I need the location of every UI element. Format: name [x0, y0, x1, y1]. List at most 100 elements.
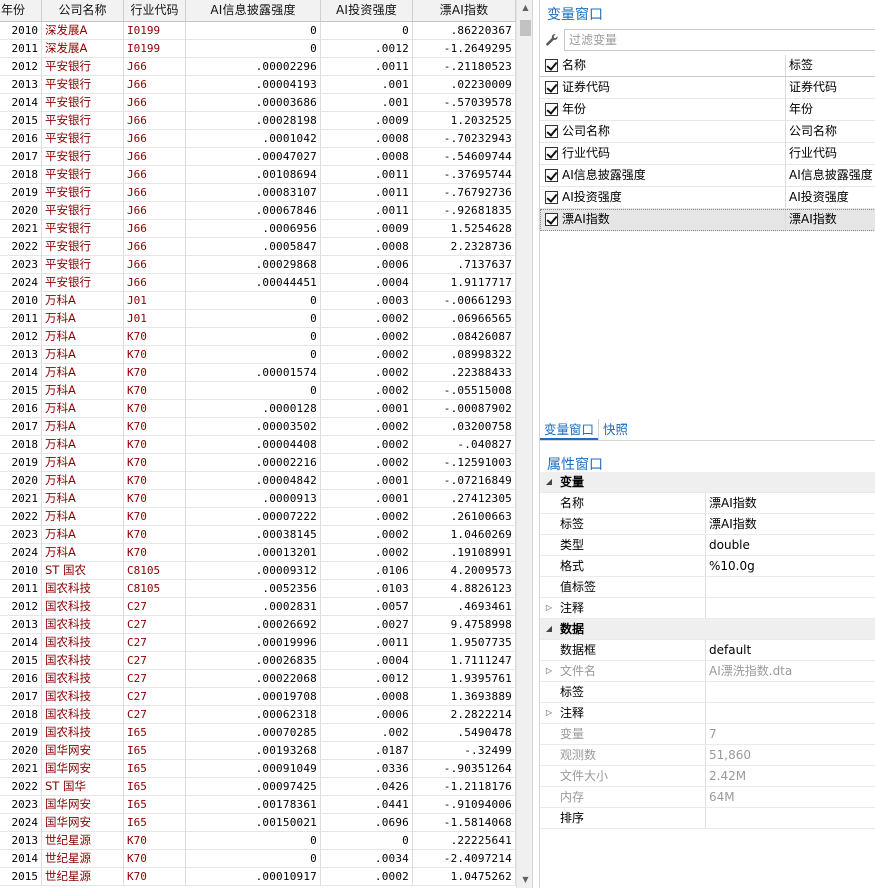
cell-industry[interactable]: J66 [124, 256, 186, 274]
cell-year[interactable]: 2017 [0, 688, 42, 706]
cell-industry[interactable]: K70 [124, 418, 186, 436]
table-row[interactable]: 2017 万科A K70.00003502.0002.03200758 [0, 418, 516, 436]
variable-row[interactable]: 年份 年份 [540, 99, 875, 121]
cell-ai-invest[interactable]: .0001 [321, 490, 413, 508]
cell-industry[interactable]: C27 [124, 706, 186, 724]
cell-drift-ai[interactable]: -.90351264 [413, 760, 516, 778]
cell-ai-disclosure[interactable]: .0002831 [186, 598, 321, 616]
cell-drift-ai[interactable]: 1.5254628 [413, 220, 516, 238]
cell-ai-invest[interactable]: 0 [321, 832, 413, 850]
property-value[interactable] [706, 577, 875, 597]
cell-ai-disclosure[interactable]: .00028198 [186, 112, 321, 130]
cell-drift-ai[interactable]: -.70232943 [413, 130, 516, 148]
property-value[interactable] [706, 703, 875, 723]
cell-ai-disclosure[interactable]: .0006956 [186, 220, 321, 238]
cell-company[interactable]: 世纪星源 [42, 832, 124, 850]
expand-icon[interactable]: ▷ [540, 703, 558, 723]
cell-industry[interactable]: C8105 [124, 580, 186, 598]
cell-ai-disclosure[interactable]: .00029868 [186, 256, 321, 274]
table-row[interactable]: 2015 国农科技 C27.00026835.0004 1.7111247 [0, 652, 516, 670]
cell-industry[interactable]: K70 [124, 544, 186, 562]
cell-industry[interactable]: K70 [124, 490, 186, 508]
cell-ai-disclosure[interactable]: 0 [186, 328, 321, 346]
cell-year[interactable]: 2023 [0, 526, 42, 544]
cell-drift-ai[interactable]: -.54609744 [413, 148, 516, 166]
cell-drift-ai[interactable]: -.91094006 [413, 796, 516, 814]
select-all-checkbox[interactable] [540, 55, 562, 76]
cell-drift-ai[interactable]: -.76792736 [413, 184, 516, 202]
cell-year[interactable]: 2013 [0, 832, 42, 850]
table-row[interactable]: 2014 万科A K70.00001574.0002.22388433 [0, 364, 516, 382]
cell-drift-ai[interactable]: .22388433 [413, 364, 516, 382]
collapse-icon[interactable]: ◢ [540, 472, 558, 492]
cell-ai-invest[interactable]: .0696 [321, 814, 413, 832]
checkbox-icon[interactable] [544, 125, 558, 138]
cell-drift-ai[interactable]: 1.2032525 [413, 112, 516, 130]
cell-ai-disclosure[interactable]: .00091049 [186, 760, 321, 778]
cell-company[interactable]: 平安银行 [42, 274, 124, 292]
cell-drift-ai[interactable]: 1.9395761 [413, 670, 516, 688]
property-value[interactable] [706, 598, 875, 618]
cell-company[interactable]: 国农科技 [42, 688, 124, 706]
cell-year[interactable]: 2014 [0, 94, 42, 112]
cell-ai-disclosure[interactable]: .00044451 [186, 274, 321, 292]
property-value[interactable]: %10.0g [706, 556, 875, 576]
table-row[interactable]: 2019 国农科技 I65.00070285.002.5490478 [0, 724, 516, 742]
cell-company[interactable]: 万科A [42, 490, 124, 508]
cell-ai-invest[interactable]: .0187 [321, 742, 413, 760]
property-value[interactable]: 漂AI指数 [706, 493, 875, 513]
cell-company[interactable]: ST 国华 [42, 778, 124, 796]
tab-variable-window[interactable]: 变量窗口 [540, 419, 599, 440]
table-row[interactable]: 2011 深发展A I0199 0.0012 -1.2649295 [0, 40, 516, 58]
cell-ai-invest[interactable]: .0336 [321, 760, 413, 778]
cell-ai-disclosure[interactable]: .00070285 [186, 724, 321, 742]
cell-company[interactable]: 国华网安 [42, 814, 124, 832]
cell-ai-disclosure[interactable]: .00108694 [186, 166, 321, 184]
column-header-label[interactable]: 标签 [786, 55, 875, 76]
cell-company[interactable]: 万科A [42, 382, 124, 400]
table-row[interactable]: 2016 国农科技 C27.00022068.0012 1.9395761 [0, 670, 516, 688]
cell-ai-disclosure[interactable]: .00038145 [186, 526, 321, 544]
column-header-company[interactable]: 公司名称 [42, 0, 124, 21]
checkbox-icon[interactable] [544, 147, 558, 160]
cell-company[interactable]: 平安银行 [42, 220, 124, 238]
cell-ai-invest[interactable]: .0008 [321, 148, 413, 166]
cell-year[interactable]: 2015 [0, 868, 42, 886]
cell-drift-ai[interactable]: .03200758 [413, 418, 516, 436]
cell-ai-disclosure[interactable]: .00022068 [186, 670, 321, 688]
cell-year[interactable]: 2011 [0, 580, 42, 598]
cell-drift-ai[interactable]: 4.2009573 [413, 562, 516, 580]
table-row[interactable]: 2019 平安银行 J66.00083107.0011 -.76792736 [0, 184, 516, 202]
cell-ai-disclosure[interactable]: .00004408 [186, 436, 321, 454]
cell-ai-disclosure[interactable]: 0 [186, 832, 321, 850]
cell-year[interactable]: 2020 [0, 472, 42, 490]
column-header-year[interactable]: 年份 [0, 0, 42, 21]
property-group-data[interactable]: ◢ 数据 [540, 619, 875, 640]
cell-year[interactable]: 2011 [0, 40, 42, 58]
cell-company[interactable]: 国农科技 [42, 652, 124, 670]
cell-industry[interactable]: I65 [124, 778, 186, 796]
cell-year[interactable]: 2010 [0, 292, 42, 310]
property-group-variable[interactable]: ◢ 变量 [540, 472, 875, 493]
table-row[interactable]: 2020 国华网安 I65.00193268.0187 -.32499 [0, 742, 516, 760]
property-value[interactable]: default [706, 640, 875, 660]
cell-ai-invest[interactable]: .0002 [321, 868, 413, 886]
table-row[interactable]: 2013 国农科技 C27.00026692.0027 9.4758998 [0, 616, 516, 634]
cell-year[interactable]: 2024 [0, 274, 42, 292]
property-row[interactable]: 变量 7 [540, 724, 875, 745]
property-value[interactable] [706, 808, 875, 828]
cell-company[interactable]: 国农科技 [42, 598, 124, 616]
property-value[interactable] [706, 682, 875, 702]
cell-ai-invest[interactable]: .0027 [321, 616, 413, 634]
cell-ai-invest[interactable]: .0002 [321, 346, 413, 364]
table-row[interactable]: 2022 ST 国华 I65.00097425.0426 -1.2118176 [0, 778, 516, 796]
cell-ai-invest[interactable]: 0 [321, 22, 413, 40]
cell-ai-disclosure[interactable]: .00013201 [186, 544, 321, 562]
expand-icon[interactable]: ▷ [540, 598, 558, 618]
cell-ai-disclosure[interactable]: .00026692 [186, 616, 321, 634]
checkbox-icon[interactable] [544, 81, 558, 94]
cell-industry[interactable]: I65 [124, 724, 186, 742]
cell-ai-invest[interactable]: .0002 [321, 418, 413, 436]
cell-year[interactable]: 2021 [0, 490, 42, 508]
cell-industry[interactable]: C27 [124, 652, 186, 670]
